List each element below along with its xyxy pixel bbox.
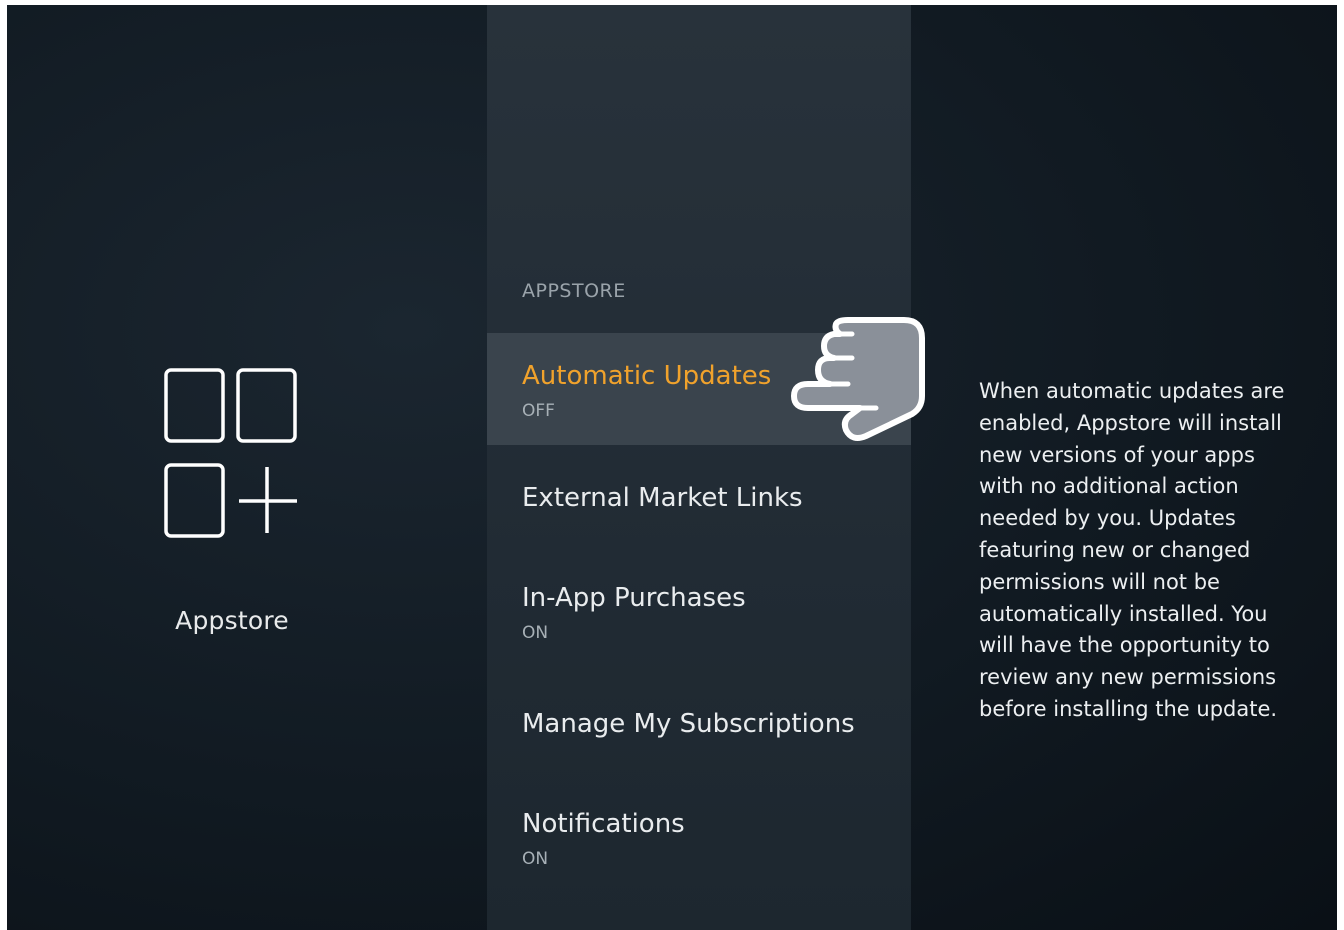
- menu-item-label: Manage My Subscriptions: [522, 709, 855, 739]
- menu-item-label: External Market Links: [522, 483, 803, 513]
- menu-item-value: OFF: [522, 401, 555, 421]
- app-info-panel: Appstore: [7, 5, 487, 930]
- settings-menu: APPSTORE Automatic Updates OFF External …: [487, 5, 911, 930]
- app-name: Appstore: [175, 606, 289, 635]
- fire-tv-settings-screen: Appstore APPSTORE Automatic Updates OFF …: [7, 5, 1337, 930]
- menu-item-external-market-links[interactable]: External Market Links: [487, 463, 911, 543]
- menu-item-notifications[interactable]: Notifications ON: [487, 787, 911, 887]
- menu-item-value: ON: [522, 849, 549, 869]
- setting-description: When automatic updates are enabled, Apps…: [979, 379, 1285, 721]
- section-title: APPSTORE: [522, 280, 626, 302]
- menu-item-in-app-purchases[interactable]: In-App Purchases ON: [487, 561, 911, 661]
- menu-item-manage-my-subscriptions[interactable]: Manage My Subscriptions: [487, 689, 911, 769]
- menu-item-label: Automatic Updates: [522, 361, 772, 391]
- menu-item-label: Notifications: [522, 809, 685, 839]
- menu-item-value: ON: [522, 623, 549, 643]
- menu-item-label: In-App Purchases: [522, 583, 746, 613]
- pointing-hand-icon: [791, 317, 925, 441]
- appstore-grid-plus-icon: [164, 368, 297, 538]
